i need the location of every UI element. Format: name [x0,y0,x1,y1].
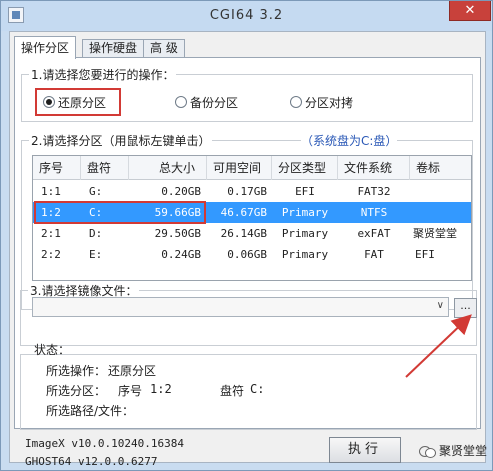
cell-free: 46.67GB [220,206,267,219]
cell-type: EFI [295,185,315,198]
operation-group-label: 1.请选择您要进行的操作： [29,66,177,83]
cell-fs: NTFS [360,206,388,219]
status-drive-label: 盘符 [220,384,245,398]
col-type[interactable]: 分区类型 [272,156,338,180]
cell-label: 聚贤堂堂 [413,227,457,240]
cell-drive: G: [89,185,103,198]
cell-drive: D: [89,227,103,240]
system-drive-note: （系统盘为C:盘） [301,132,398,149]
status-partition-label: 所选分区： [46,384,107,398]
cell-type: Primary [281,248,329,261]
cell-free: 26.14GB [220,227,267,240]
status-heading: 状态： [34,343,71,357]
ghost-version: GHOST64 v12.0.0.6277 [25,455,158,468]
table-row[interactable]: 2:1 D: 29.50GB 26.14GB Primary exFAT 聚贤堂… [33,223,471,244]
radio-copy-label: 分区对拷 [305,95,354,110]
browse-button[interactable]: ... [454,298,477,318]
run-button[interactable]: 执行 [329,437,401,463]
partition-group-label: 2.请选择分区（用鼠标左键单击） [29,132,213,149]
watermark: 聚贤堂堂 [419,442,487,459]
cell-index: 2:1 [41,227,61,240]
cell-type: Primary [281,206,329,219]
col-total[interactable]: 总大小 [129,156,207,180]
status-path-label: 所选路径/文件： [46,404,135,418]
table-header: 序号 盘符 总大小 可用空间 分区类型 文件系统 卷标 [33,156,471,180]
tab-advanced[interactable]: 高 级 [143,39,185,58]
col-label[interactable]: 卷标 [410,156,471,180]
radio-backup-label: 备份分区 [190,95,239,110]
cell-fs: FAT32 [357,185,391,198]
cell-label: EFI [415,248,435,261]
cell-total: 0.20GB [161,185,201,198]
col-free[interactable]: 可用空间 [207,156,272,180]
cell-fs: exFAT [357,227,391,240]
partition-table[interactable]: 序号 盘符 总大小 可用空间 分区类型 文件系统 卷标 1:1 G: 0.20G… [32,155,472,281]
cell-total: 0.24GB [161,248,201,261]
radio-copy-dot[interactable] [290,96,302,108]
cell-drive: E: [89,248,103,261]
window-title: CGI64 3.2 [209,8,284,23]
cell-fs: FAT [364,248,384,261]
status-index-label: 序号 [118,384,143,398]
cell-free: 0.06GB [227,248,267,261]
chat-bubble-icon [419,444,436,458]
status-operation-label: 所选操作： [46,364,107,378]
watermark-text: 聚贤堂堂 [439,444,488,458]
status-operation-value: 还原分区 [108,364,157,378]
cell-index: 1:1 [41,185,61,198]
highlight-selected-row-box [34,201,206,224]
cell-type: Primary [281,227,329,240]
radio-backup-dot[interactable] [175,96,187,108]
chevron-down-icon[interactable]: ∨ [437,300,444,311]
status-index-value: 1:2 [150,382,172,396]
highlight-restore-box [35,88,121,116]
status-drive-value: C: [250,382,265,396]
cell-index: 2:2 [41,248,61,261]
app-window: CGI64 3.2 ✕ 操作分区 操作硬盘 高 级 1.请选择您要进行的操作： … [0,0,493,471]
col-index[interactable]: 序号 [33,156,81,180]
imagex-version: ImageX v10.0.10240.16384 [25,437,184,450]
close-button[interactable]: ✕ [449,1,491,21]
cell-free: 0.17GB [227,185,267,198]
radio-copy[interactable]: 分区对拷 [290,93,353,111]
title-bar[interactable]: CGI64 3.2 ✕ [1,1,492,31]
cell-total: 29.50GB [154,227,201,240]
tab-partition[interactable]: 操作分区 [14,36,77,59]
table-row[interactable]: 2:2 E: 0.24GB 0.06GB Primary FAT EFI [33,244,471,265]
image-file-combo[interactable]: ∨ [32,297,449,317]
col-drive[interactable]: 盘符 [81,156,129,180]
tab-disk[interactable]: 操作硬盘 [82,39,145,58]
radio-backup[interactable]: 备份分区 [175,93,238,111]
col-fs[interactable]: 文件系统 [338,156,410,180]
table-row[interactable]: 1:1 G: 0.20GB 0.17GB EFI FAT32 [33,181,471,202]
client-area: 操作分区 操作硬盘 高 级 1.请选择您要进行的操作： 还原分区 备份分区 分区… [9,31,486,463]
